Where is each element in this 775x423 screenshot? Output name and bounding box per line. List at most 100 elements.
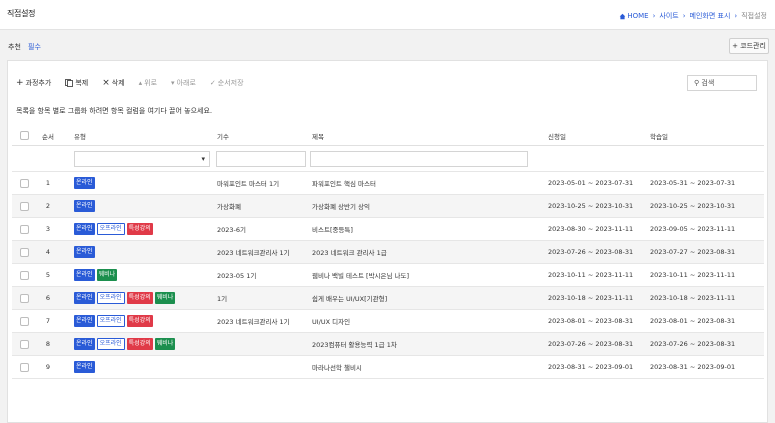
row-title[interactable]: 쉽게 배우는 UI/UX[기관형] [312,287,512,309]
row-checkbox-cell [20,287,30,309]
row-gisu: 마워포인트 마스터 1기 [217,180,280,188]
add-course-button[interactable]: + 과정추가 [16,78,51,88]
tag-premium: 특성강의 [126,223,153,235]
row-gisu: 2023-6기 [217,226,247,234]
search-box[interactable]: ⚲ 검색 [687,75,757,91]
table-row[interactable]: 4 온라인 2023 네트워크관리사 1기 2023 네트워크 관리사 1급 2023-… [12,241,764,264]
row-checkbox[interactable] [20,293,29,303]
grid-header: 순서 유형 기수 제목 신청일 학습일 [12,126,764,146]
row-title[interactable]: 파워포인트 핵심 마스터 [312,172,512,194]
tag-online: 온라인 [74,223,95,235]
col-title[interactable]: 제목 [312,126,512,145]
row-title[interactable]: 가상화폐 상반기 상익 [312,195,512,217]
grid-body: 1 온라인 마워포인트 마스터 1기 파워포인트 핵심 마스터 2023-05-01 ~… [12,172,764,379]
row-edu-date: 2023-08-01 ~ 2023-08-31 [650,317,736,325]
row-apply-date: 2023-07-26 ~ 2023-08-31 [548,340,634,348]
tag-online: 온라인 [74,338,95,350]
breadcrumb-site[interactable]: 사이트 [659,11,678,21]
code-manage-button[interactable]: + 코드관리 [729,38,769,54]
tag-online: 온라인 [74,292,95,304]
row-title[interactable]: 웹비나 백빌 테스트 [박시은님 나도] [312,264,512,286]
move-down-button[interactable]: ▾ 아래로 [171,78,196,88]
tab-recommended[interactable]: 추천 [8,42,21,52]
tag-webinar: 웨비나 [154,292,176,304]
row-title[interactable]: 마라나선학 챌비시 [312,356,512,378]
breadcrumb-main-display[interactable]: 메인화면 표시 [690,11,731,21]
group-drop-hint[interactable]: 목록을 항목 별로 그룹화 하려면 항목 컬럼을 여기다 끌어 놓으세요. [16,106,212,116]
row-type-tags: 온라인 오프라인 특성강의 [74,218,214,240]
col-apply-date[interactable]: 신청일 [548,126,648,145]
save-order-button[interactable]: ✓ 순서저장 [210,78,244,88]
tag-offline: 오프라인 [96,315,125,327]
row-checkbox[interactable] [20,270,29,280]
row-type-tags: 온라인 [74,241,214,263]
title-filter-input[interactable] [310,151,528,167]
row-type-tags: 온라인 [74,172,214,194]
row-apply-date: 2023-07-26 ~ 2023-08-31 [548,248,634,256]
tag-webinar: 웨비나 [96,269,118,281]
tab-required[interactable]: 필수 [28,42,41,52]
table-row[interactable]: 9 온라인 마라나선학 챌비시 2023-08-31 ~ 2023-09-01 2023… [12,356,764,379]
row-order: 4 [45,248,51,256]
col-gisu[interactable]: 기수 [217,126,309,145]
row-gisu [217,333,309,355]
row-checkbox[interactable] [20,178,29,188]
row-checkbox[interactable] [20,362,29,372]
col-order[interactable]: 순서 [40,126,56,145]
row-edu-date: 2023-07-27 ~ 2023-08-31 [650,248,736,256]
table-row[interactable]: 3 온라인 오프라인 특성강의 2023-6기 비스트[중등특] 2023-08-30 ~ … [12,218,764,241]
tag-online: 온라인 [74,246,95,258]
tag-premium: 특성강의 [126,292,153,304]
table-row[interactable]: 5 온라인 웨비나 2023-05 1기 웹비나 백빌 테스트 [박시은님 나도] 202… [12,264,764,287]
row-type-tags: 온라인 [74,356,214,378]
row-checkbox[interactable] [20,339,29,349]
row-apply-date: 2023-10-11 ~ 2023-11-11 [548,271,634,279]
table-row[interactable]: 1 온라인 마워포인트 마스터 1기 파워포인트 핵심 마스터 2023-05-01 ~… [12,172,764,195]
row-checkbox-cell [20,241,30,263]
row-edu-date: 2023-07-26 ~ 2023-08-31 [650,340,736,348]
tag-premium: 특성강의 [126,338,153,350]
row-title[interactable]: UI/UX 디자인 [312,310,512,332]
table-row[interactable]: 8 온라인 오프라인 특성강의 웨비나 2023컴퓨터 활용능력 1급 1차 2023-07… [12,333,764,356]
row-apply-date: 2023-10-25 ~ 2023-10-31 [548,202,634,210]
row-type-tags: 온라인 오프라인 특성강의 [74,310,214,332]
move-up-button[interactable]: ▴ 위로 [139,78,157,88]
gisu-filter-input[interactable] [216,151,306,167]
row-checkbox[interactable] [20,316,29,326]
search-label: 검색 [701,79,715,87]
tag-online: 온라인 [74,315,95,327]
row-order: 5 [45,271,51,279]
row-title[interactable]: 2023 네트워크 관리사 1급 [312,241,512,263]
col-type[interactable]: 유형 [74,126,214,145]
row-checkbox[interactable] [20,247,29,257]
page-title: 직접설정 [7,9,36,18]
tag-online: 온라인 [74,177,95,189]
copy-button[interactable]: 복제 [65,78,88,88]
row-apply-date: 2023-08-30 ~ 2023-11-11 [548,225,634,233]
arrow-down-icon: ▾ [171,79,175,87]
row-order: 8 [45,340,51,348]
select-all-checkbox[interactable] [20,131,29,140]
row-edu-date: 2023-08-31 ~ 2023-09-01 [650,363,736,371]
delete-button[interactable]: × 삭제 [102,78,124,88]
copy-icon [65,79,74,87]
table-row[interactable]: 2 온라인 가상화폐 가상화폐 상반기 상익 2023-10-25 ~ 2023-10-… [12,195,764,218]
row-type-tags: 온라인 [74,195,214,217]
row-apply-date: 2023-10-18 ~ 2023-11-11 [548,294,634,302]
table-row[interactable]: 7 온라인 오프라인 특성강의 2023 네트워크관리사 1기 UI/UX 디자인 2023… [12,310,764,333]
row-checkbox[interactable] [20,201,29,211]
row-edu-date: 2023-09-05 ~ 2023-11-11 [650,225,736,233]
row-title[interactable]: 비스트[중등특] [312,218,512,240]
col-edu-date[interactable]: 학습일 [650,126,758,145]
tag-webinar: 웨비나 [154,338,176,350]
tab-bar: 추천 필수 + 코드관리 [0,38,775,58]
x-icon: × [102,77,110,88]
row-gisu: 1기 [217,295,228,303]
row-checkbox-cell [20,310,30,332]
row-title[interactable]: 2023컴퓨터 활용능력 1급 1차 [312,333,512,355]
breadcrumb-home[interactable]: HOME [627,12,648,20]
row-checkbox[interactable] [20,224,29,234]
type-filter-select[interactable]: ▾ [74,151,210,167]
table-row[interactable]: 6 온라인 오프라인 특성강의 웨비나 1기 쉽게 배우는 UI/UX[기관형] 2023-1… [12,287,764,310]
tag-offline: 오프라인 [96,223,125,235]
